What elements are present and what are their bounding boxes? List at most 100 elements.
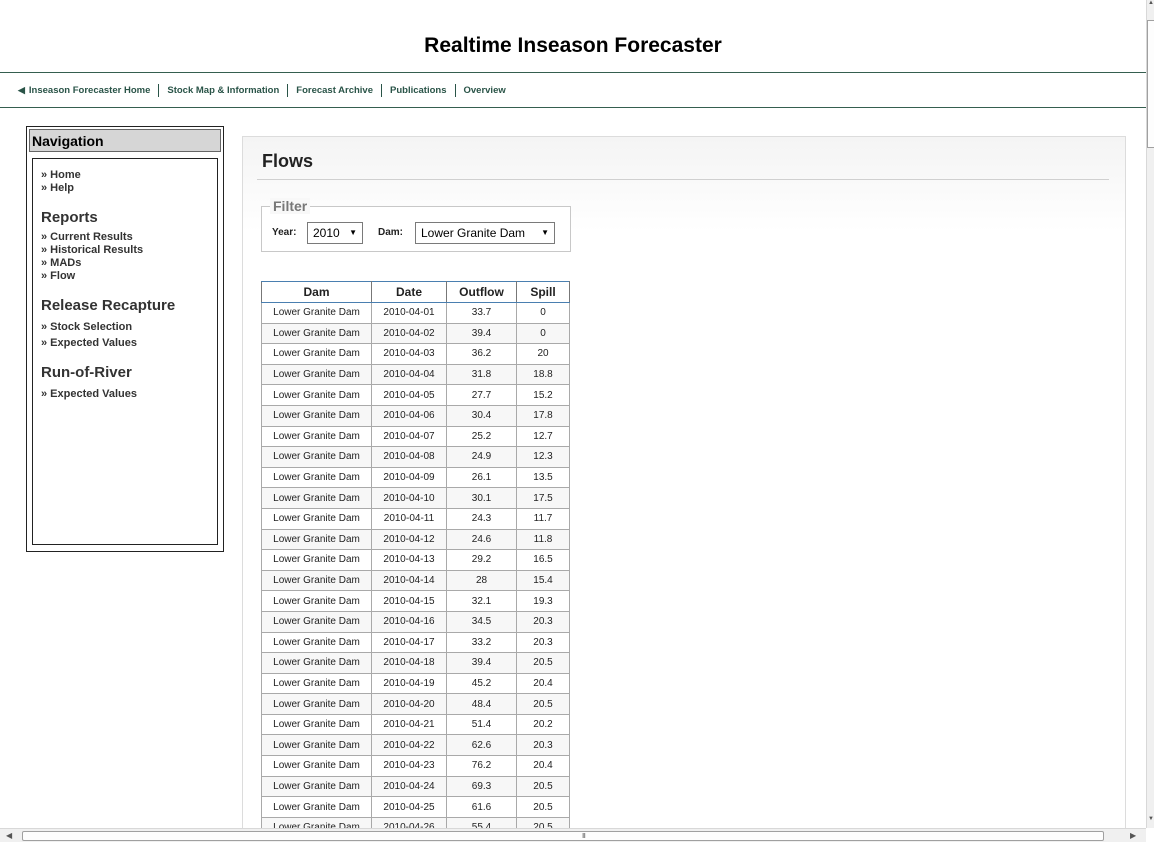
table-row: Lower Granite Dam 2010-04-03 36.2 20	[261, 343, 570, 365]
scroll-right-icon[interactable]: ▶	[1130, 831, 1136, 840]
flows-table-body: Lower Granite Dam 2010-04-01 33.7 0 Lower Gr…	[261, 302, 570, 835]
cell-outflow: 48.4	[446, 693, 517, 715]
cell-date: 2010-04-07	[371, 425, 447, 448]
cell-outflow: 62.6	[446, 734, 517, 757]
dam-select-value: Lower Granite Dam	[421, 226, 526, 240]
table-row: Lower Granite Dam 2010-04-10 30.1 17.5	[261, 487, 570, 509]
topnav-link-forecast-archive[interactable]: Forecast Archive	[296, 85, 373, 96]
heading-divider	[257, 179, 1109, 180]
cell-spill: 0	[516, 302, 570, 324]
table-row: Lower Granite Dam 2010-04-22 62.6 20.3	[261, 734, 570, 757]
sidebar-link-historical-results[interactable]: » Historical Results	[41, 244, 217, 257]
column-header-spill: Spill	[516, 281, 570, 303]
sidebar-link-help[interactable]: » Help	[41, 182, 217, 195]
topnav-divider	[454, 83, 456, 97]
cell-spill: 20	[516, 343, 570, 365]
cell-dam: Lower Granite Dam	[261, 528, 372, 551]
cell-outflow: 39.4	[446, 322, 517, 345]
scroll-down-icon[interactable]: ▼	[1147, 816, 1154, 826]
table-row: Lower Granite Dam 2010-04-21 51.4 20.2	[261, 713, 570, 736]
cell-spill: 20.4	[516, 672, 570, 695]
cell-date: 2010-04-01	[371, 302, 447, 324]
cell-outflow: 24.9	[446, 446, 517, 468]
cell-date: 2010-04-20	[371, 693, 447, 715]
cell-spill: 13.5	[516, 466, 570, 489]
flows-table: Dam Date Outflow Spill Lower Granite Dam…	[261, 281, 570, 835]
cell-dam: Lower Granite Dam	[261, 322, 372, 345]
scroll-up-icon[interactable]: ▲	[1147, 0, 1154, 10]
vertical-scrollbar[interactable]: ▲ ▼	[1146, 0, 1154, 828]
sidebar-section-run-of-river: Run-of-River	[41, 364, 132, 381]
dam-label: Dam:	[378, 227, 404, 238]
horizontal-scroll-thumb[interactable]: III	[22, 831, 1104, 841]
sidebar-link-run-of-river-expected-values[interactable]: » Expected Values	[41, 386, 217, 402]
sidebar-link-flow[interactable]: » Flow	[41, 270, 217, 283]
navigation-sidebar: Navigation » Home » Help Reports » Curre…	[26, 126, 224, 552]
chevron-down-icon: ▼	[349, 228, 357, 237]
sidebar-link-stock-selection[interactable]: » Stock Selection	[41, 319, 217, 335]
column-header-dam: Dam	[261, 281, 372, 303]
vertical-scroll-thumb[interactable]	[1147, 20, 1154, 148]
cell-outflow: 69.3	[446, 775, 517, 798]
horizontal-scrollbar[interactable]: ◀ III ▶	[0, 828, 1146, 842]
cell-date: 2010-04-21	[371, 713, 447, 736]
scroll-left-icon[interactable]: ◀	[6, 831, 12, 840]
cell-date: 2010-04-24	[371, 775, 447, 798]
topnav-link-overview[interactable]: Overview	[464, 85, 506, 96]
dam-select[interactable]: Lower Granite Dam ▼	[415, 222, 555, 244]
cell-date: 2010-04-16	[371, 610, 447, 633]
table-row: Lower Granite Dam 2010-04-16 34.5 20.3	[261, 610, 570, 633]
topnav-divider	[158, 83, 160, 97]
cell-spill: 17.5	[516, 487, 570, 509]
cell-outflow: 29.2	[446, 549, 517, 571]
cell-outflow: 39.4	[446, 652, 517, 674]
cell-outflow: 61.6	[446, 796, 517, 818]
cell-dam: Lower Granite Dam	[261, 384, 372, 406]
cell-dam: Lower Granite Dam	[261, 610, 372, 633]
cell-outflow: 28	[446, 569, 517, 592]
sidebar-link-home[interactable]: » Home	[41, 169, 217, 182]
table-row: Lower Granite Dam 2010-04-24 69.3 20.5	[261, 775, 570, 798]
table-row: Lower Granite Dam 2010-04-23 76.2 20.4	[261, 755, 570, 777]
cell-outflow: 32.1	[446, 590, 517, 612]
site-title: Realtime Inseason Forecaster	[424, 34, 722, 57]
sidebar-link-current-results[interactable]: » Current Results	[41, 231, 217, 244]
cell-dam: Lower Granite Dam	[261, 775, 372, 798]
topnav-link-publications[interactable]: Publications	[390, 85, 446, 96]
sidebar-section-release-recapture: Release Recapture	[41, 297, 176, 314]
sidebar-link-mads[interactable]: » MADs	[41, 257, 217, 270]
cell-dam: Lower Granite Dam	[261, 549, 372, 571]
cell-date: 2010-04-04	[371, 363, 447, 386]
cell-date: 2010-04-13	[371, 549, 447, 571]
cell-spill: 20.2	[516, 713, 570, 736]
year-select[interactable]: 2010 ▼	[307, 222, 363, 244]
cell-date: 2010-04-08	[371, 446, 447, 468]
cell-outflow: 24.6	[446, 528, 517, 551]
cell-dam: Lower Granite Dam	[261, 672, 372, 695]
cell-spill: 20.5	[516, 652, 570, 674]
table-row: Lower Granite Dam 2010-04-05 27.7 15.2	[261, 384, 570, 406]
topnav-link-home[interactable]: Inseason Forecaster Home	[29, 85, 150, 96]
table-row: Lower Granite Dam 2010-04-19 45.2 20.4	[261, 672, 570, 695]
table-row: Lower Granite Dam 2010-04-12 24.6 11.8	[261, 528, 570, 551]
main-content-panel: Flows Filter Year: 2010 ▼ Dam: Lower Gra…	[242, 136, 1126, 836]
cell-spill: 15.2	[516, 384, 570, 406]
column-header-date: Date	[371, 281, 447, 303]
table-row: Lower Granite Dam 2010-04-13 29.2 16.5	[261, 549, 570, 571]
cell-date: 2010-04-14	[371, 569, 447, 592]
cell-dam: Lower Granite Dam	[261, 487, 372, 509]
year-label: Year:	[272, 227, 297, 238]
cell-spill: 15.4	[516, 569, 570, 592]
cell-date: 2010-04-03	[371, 343, 447, 365]
cell-dam: Lower Granite Dam	[261, 446, 372, 468]
cell-outflow: 33.7	[446, 302, 517, 324]
cell-date: 2010-04-15	[371, 590, 447, 612]
cell-dam: Lower Granite Dam	[261, 796, 372, 818]
sidebar-link-expected-values[interactable]: » Expected Values	[41, 335, 217, 351]
topnav-link-stock-map[interactable]: Stock Map & Information	[167, 85, 279, 96]
back-arrow-icon[interactable]: ◀	[18, 85, 25, 96]
cell-outflow: 25.2	[446, 425, 517, 448]
table-row: Lower Granite Dam 2010-04-18 39.4 20.5	[261, 652, 570, 674]
cell-spill: 20.4	[516, 755, 570, 777]
topnav-divider	[287, 83, 289, 97]
